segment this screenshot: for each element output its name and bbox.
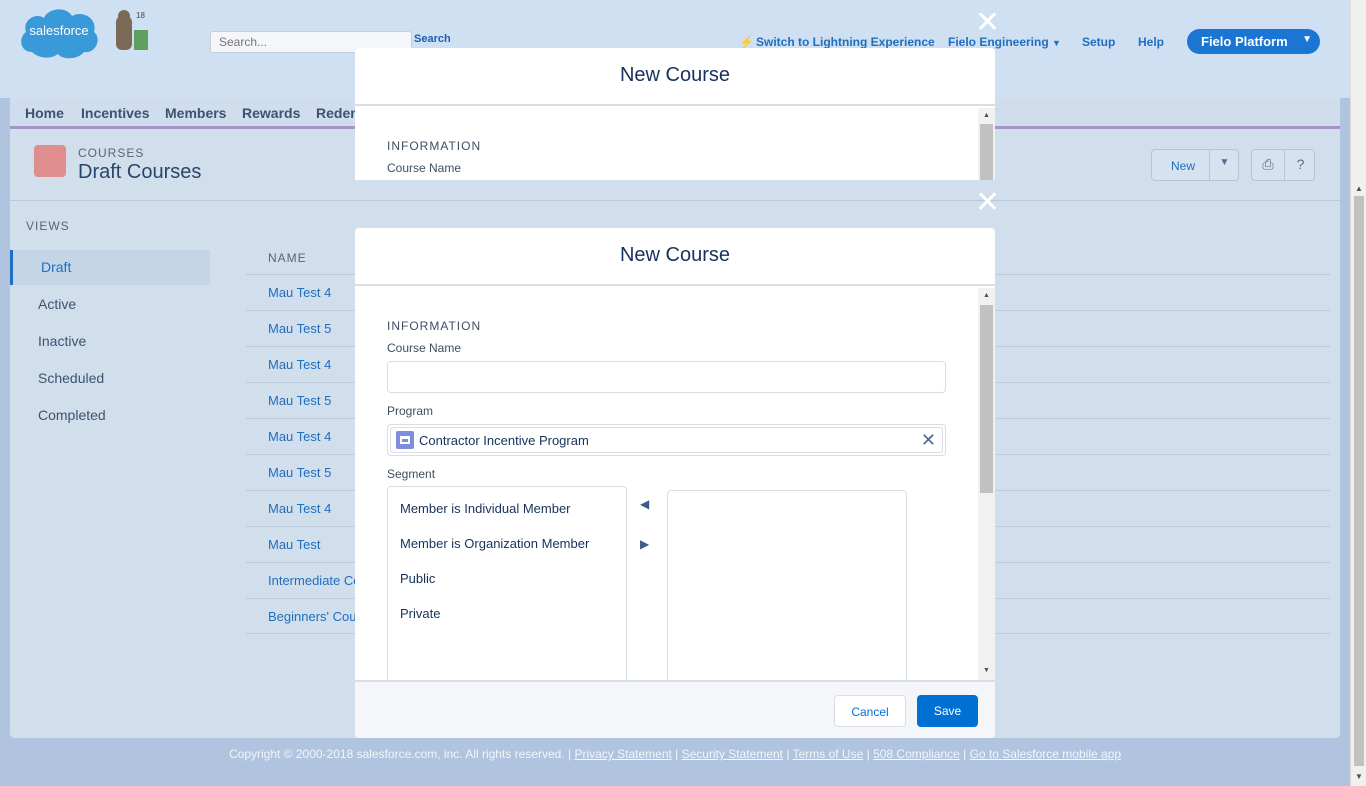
mascot-icon: 18 bbox=[116, 10, 148, 50]
tab-rewards[interactable]: Rewards bbox=[242, 105, 300, 121]
switch-lightning-link[interactable]: Switch to Lightning Experience bbox=[756, 35, 935, 49]
cancel-button[interactable]: Cancel bbox=[834, 695, 906, 727]
back-modal-title: New Course bbox=[619, 64, 731, 86]
move-right-icon[interactable]: ▶ bbox=[640, 537, 649, 551]
page-title: Draft Courses bbox=[78, 161, 202, 183]
search-button[interactable]: Search bbox=[414, 33, 451, 45]
back-modal: New Course INFORMATION Course Name ▲ bbox=[355, 48, 995, 180]
tab-members[interactable]: Members bbox=[165, 105, 226, 121]
scroll-down-icon[interactable]: ▼ bbox=[983, 667, 990, 674]
course-link[interactable]: Mau Test 5 bbox=[268, 393, 331, 408]
scroll-up-icon[interactable]: ▲ bbox=[983, 112, 990, 119]
chevron-down-icon[interactable]: ▼ bbox=[1209, 150, 1239, 180]
object-label: COURSES bbox=[78, 146, 145, 160]
tab-home[interactable]: Home bbox=[25, 105, 64, 121]
program-lookup[interactable]: Contractor Incentive Program ✕ bbox=[387, 424, 946, 456]
svg-text:salesforce: salesforce bbox=[29, 23, 88, 38]
copyright-text: Copyright © 2000-2018 salesforce.com, in… bbox=[228, 747, 572, 761]
program-pill[interactable]: Contractor Incentive Program ✕ bbox=[390, 427, 943, 453]
tool-buttons: ⎙ ? bbox=[1251, 149, 1315, 181]
close-icon[interactable]: ✕ bbox=[975, 8, 1000, 38]
terms-link[interactable]: Terms of Use bbox=[793, 747, 864, 761]
course-link[interactable]: Mau Test bbox=[268, 537, 321, 552]
scroll-up-icon[interactable]: ▲ bbox=[1355, 184, 1363, 193]
scroll-down-icon[interactable]: ▼ bbox=[1355, 772, 1363, 781]
user-menu[interactable]: Fielo Engineering ▼ bbox=[948, 35, 1061, 49]
course-link[interactable]: Mau Test 5 bbox=[268, 321, 331, 336]
scroll-up-icon[interactable]: ▲ bbox=[983, 292, 990, 299]
app-switcher-label: Fielo Platform bbox=[1201, 34, 1288, 49]
move-left-icon[interactable]: ◀ bbox=[640, 497, 649, 511]
scroll-thumb[interactable] bbox=[980, 305, 993, 493]
course-name-label: Course Name bbox=[387, 341, 462, 355]
courses-icon bbox=[34, 145, 66, 177]
back-modal-scrollbar[interactable]: ▲ bbox=[978, 108, 995, 180]
program-value: Contractor Incentive Program bbox=[419, 433, 589, 448]
compliance-link[interactable]: 508 Compliance bbox=[873, 747, 960, 761]
segment-option[interactable]: Member is Organization Member bbox=[400, 536, 589, 551]
print-icon[interactable]: ⎙ bbox=[1252, 150, 1284, 180]
modal-header: New Course bbox=[355, 228, 995, 286]
program-label: Program bbox=[387, 404, 434, 418]
new-button[interactable]: New bbox=[1171, 159, 1195, 173]
views-title: VIEWS bbox=[26, 219, 70, 233]
scroll-thumb[interactable] bbox=[980, 124, 993, 180]
new-course-modal: New Course INFORMATION Course Name Progr… bbox=[355, 228, 995, 738]
name-column-header[interactable]: NAME bbox=[268, 251, 307, 265]
course-link[interactable]: Mau Test 4 bbox=[268, 501, 331, 516]
tab-incentives[interactable]: Incentives bbox=[81, 105, 149, 121]
mobile-app-link[interactable]: Go to Salesforce mobile app bbox=[970, 747, 1121, 761]
lightning-icon: ⚡ bbox=[739, 35, 754, 49]
page-footer: Copyright © 2000-2018 salesforce.com, in… bbox=[228, 747, 1122, 761]
section-title: INFORMATION bbox=[387, 319, 482, 333]
segment-option[interactable]: Member is Individual Member bbox=[400, 501, 571, 516]
back-course-name-label: Course Name bbox=[387, 161, 462, 175]
chevron-down-icon: ▼ bbox=[1302, 34, 1312, 45]
remove-icon[interactable]: ✕ bbox=[921, 430, 936, 450]
new-button-group: New ▼ bbox=[1151, 149, 1239, 181]
segment-label: Segment bbox=[387, 467, 436, 481]
modal-footer: Cancel Save bbox=[355, 680, 995, 738]
modal-title: New Course bbox=[619, 244, 731, 266]
modal-scrollbar[interactable]: ▲ ▼ bbox=[978, 288, 995, 680]
save-button[interactable]: Save bbox=[917, 695, 978, 727]
help-icon[interactable]: ? bbox=[1284, 150, 1316, 180]
close-icon[interactable]: ✕ bbox=[975, 188, 1000, 218]
view-scheduled[interactable]: Scheduled bbox=[10, 361, 210, 396]
help-link[interactable]: Help bbox=[1138, 35, 1164, 49]
course-link[interactable]: Mau Test 4 bbox=[268, 429, 331, 444]
course-link[interactable]: Mau Test 4 bbox=[268, 357, 331, 372]
app-switcher-button[interactable]: Fielo Platform ▼ bbox=[1187, 29, 1320, 54]
view-draft[interactable]: Draft bbox=[10, 250, 210, 285]
security-link[interactable]: Security Statement bbox=[682, 747, 783, 761]
window-scrollbar[interactable]: ▲ ▼ bbox=[1350, 0, 1366, 786]
segment-option[interactable]: Public bbox=[400, 571, 435, 586]
segment-available-list[interactable]: Member is Individual Member Member is Or… bbox=[387, 486, 627, 686]
view-completed[interactable]: Completed bbox=[10, 398, 210, 433]
scroll-thumb[interactable] bbox=[1354, 196, 1364, 766]
view-active[interactable]: Active bbox=[10, 287, 210, 322]
privacy-link[interactable]: Privacy Statement bbox=[574, 747, 671, 761]
course-link[interactable]: Mau Test 4 bbox=[268, 285, 331, 300]
segment-option[interactable]: Private bbox=[400, 606, 440, 621]
course-link[interactable]: Intermediate Co bbox=[268, 573, 361, 588]
course-link[interactable]: Beginners' Cou bbox=[268, 609, 356, 624]
setup-link[interactable]: Setup bbox=[1082, 35, 1115, 49]
svg-text:18: 18 bbox=[136, 11, 145, 20]
back-modal-header: New Course bbox=[355, 48, 995, 106]
salesforce-logo[interactable]: salesforce bbox=[18, 4, 100, 60]
program-icon bbox=[396, 431, 414, 449]
view-inactive[interactable]: Inactive bbox=[10, 324, 210, 359]
course-link[interactable]: Mau Test 5 bbox=[268, 465, 331, 480]
course-name-input[interactable] bbox=[387, 361, 946, 393]
chevron-down-icon: ▼ bbox=[1052, 38, 1061, 48]
back-section-title: INFORMATION bbox=[387, 139, 482, 153]
segment-selected-list[interactable] bbox=[667, 490, 907, 686]
